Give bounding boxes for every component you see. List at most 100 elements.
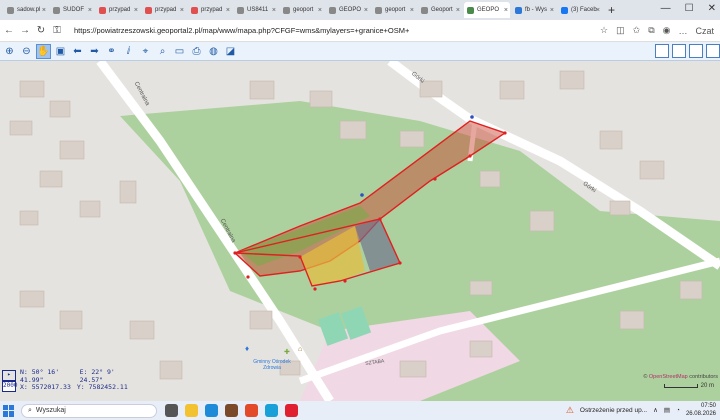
tab-label: SUDOF: [63, 7, 84, 13]
tab-close-icon[interactable]: ×: [134, 7, 138, 14]
clock-date: 26.08.2026: [685, 411, 716, 417]
browser-tab[interactable]: GEOPO ×: [464, 2, 510, 18]
notification-text[interactable]: Ostrzeżenie przed up...: [580, 407, 647, 414]
forward-icon[interactable]: →: [18, 25, 32, 36]
browser-tab[interactable]: (3) Faceb ×: [558, 2, 602, 18]
star-icon[interactable]: ☆: [600, 25, 608, 36]
favorites-icon[interactable]: ✩: [633, 25, 641, 36]
scale-bar-label: 20 m: [700, 383, 714, 389]
tab-close-icon[interactable]: ×: [550, 7, 554, 14]
scale-value[interactable]: 2000: [2, 381, 17, 392]
tab-close-icon[interactable]: ×: [456, 7, 460, 14]
url-field[interactable]: https://powiatrzeszowski.geoportal2.pl/m…: [74, 26, 600, 35]
svg-text:⌂: ⌂: [298, 346, 302, 353]
tab-label: US8411: [247, 7, 269, 13]
app-icon[interactable]: [225, 404, 238, 417]
browser-tab[interactable]: geoport ×: [372, 2, 416, 18]
zoom-out-icon[interactable]: ⊖: [19, 44, 34, 59]
browser-tab[interactable]: SUDOF ×: [50, 2, 94, 18]
panel-toggle-icon[interactable]: [655, 44, 669, 58]
tab-label: geoport: [385, 7, 406, 13]
reload-icon[interactable]: ↻: [34, 25, 48, 36]
tab-close-icon[interactable]: ×: [318, 7, 322, 14]
map-canvas[interactable]: ✚ ⌂ ♦ Centralna Centralna Górki Górki SZ…: [0, 61, 720, 401]
forward-arrow-icon[interactable]: ➡: [87, 44, 102, 59]
tab-close-icon[interactable]: ×: [410, 7, 414, 14]
tab-close-icon[interactable]: ×: [180, 7, 184, 14]
zoom-extent-icon[interactable]: ▣: [53, 44, 68, 59]
warning-icon[interactable]: ⚠: [566, 405, 574, 416]
volume-icon[interactable]: ◔: [676, 407, 680, 414]
browser-tab[interactable]: przypad ×: [96, 2, 140, 18]
info-icon[interactable]: ⅈ: [121, 44, 136, 59]
search-icon[interactable]: ⌕: [155, 44, 170, 59]
task-view-icon[interactable]: [165, 404, 178, 417]
minimize-icon[interactable]: —: [661, 3, 671, 14]
tab-favicon-icon: [53, 6, 60, 14]
tab-label: przypad: [155, 7, 177, 13]
layers-panel-icon[interactable]: [689, 44, 703, 58]
poi-label: Gminny Ośrodek Zdrowia: [253, 359, 291, 371]
browser-tab[interactable]: US8411 ×: [234, 2, 278, 18]
network-icon[interactable]: ▤: [664, 406, 670, 414]
windows-start-icon[interactable]: [3, 404, 15, 417]
browser-tab[interactable]: przypad ×: [142, 2, 186, 18]
back-arrow-icon[interactable]: ⬅: [70, 44, 85, 59]
browser-tab[interactable]: GEOPO ×: [326, 2, 370, 18]
tab-label: GEOPO: [477, 7, 500, 13]
browser-tab[interactable]: przypad ×: [188, 2, 232, 18]
tab-favicon-icon: [561, 6, 568, 14]
tab-close-icon[interactable]: ×: [42, 7, 46, 14]
settings-panel-icon[interactable]: [706, 44, 720, 58]
print-icon[interactable]: ⎙: [189, 44, 204, 59]
profile-icon[interactable]: ◉: [663, 25, 671, 36]
back-icon[interactable]: ←: [2, 25, 16, 36]
close-window-icon[interactable]: ✕: [708, 3, 716, 14]
split-icon[interactable]: ◫: [616, 25, 625, 36]
longitude-text: E: 22° 9' 24.57": [79, 367, 115, 384]
tab-close-icon[interactable]: ×: [364, 7, 368, 14]
taskbar: ⌕ Wyszukaj ⚠ Ostrzeżenie przed up... ∧ ▤…: [0, 401, 720, 420]
latitude-text: N: 50° 16' 41.99": [20, 367, 60, 384]
tab-close-icon[interactable]: ×: [596, 7, 600, 14]
browser-tab[interactable]: geoport ×: [280, 2, 324, 18]
address-bar: ← → ↻ ⚿ https://powiatrzeszowski.geoport…: [0, 20, 720, 42]
edge-browser-icon[interactable]: [265, 404, 278, 417]
file-explorer-icon[interactable]: [185, 404, 198, 417]
collections-icon[interactable]: ⧉: [648, 25, 654, 36]
osm-link[interactable]: OpenStreetMap: [649, 374, 688, 380]
tab-favicon-icon: [237, 6, 244, 14]
clock[interactable]: 07:50 26.08.2026: [686, 402, 716, 418]
tray-chevron-icon[interactable]: ∧: [653, 406, 658, 414]
tab-label: fb - Wys: [525, 7, 547, 13]
tab-close-icon[interactable]: ×: [272, 7, 276, 14]
copilot-button[interactable]: Czat: [695, 26, 714, 36]
link-icon[interactable]: ⚭: [104, 44, 119, 59]
pan-hand-icon[interactable]: ✋: [36, 43, 51, 59]
tab-favicon-icon: [515, 6, 522, 14]
browser-tab[interactable]: Geoport ×: [418, 2, 462, 18]
wps-icon[interactable]: [285, 404, 298, 417]
map-toolbar: ⊕ ⊖ ✋ ▣ ⬅ ➡ ⚭ ⅈ ⌖ ⌕ ▭ ⎙ ◍ ◪: [0, 42, 720, 61]
tab-close-icon[interactable]: ×: [226, 7, 230, 14]
maximize-icon[interactable]: ☐: [685, 3, 694, 14]
measure-icon[interactable]: ▭: [172, 44, 187, 59]
new-tab-icon[interactable]: +: [608, 3, 615, 17]
chrome-icon[interactable]: [245, 404, 258, 417]
zoom-in-icon[interactable]: ⊕: [2, 44, 17, 59]
browser-tab[interactable]: fb - Wys ×: [512, 2, 556, 18]
edge-icon[interactable]: [205, 404, 218, 417]
globe-icon[interactable]: ◍: [206, 44, 221, 59]
browser-tab[interactable]: sadow.pl ×: [4, 2, 48, 18]
select-icon[interactable]: ⌖: [138, 44, 153, 59]
more-icon[interactable]: …: [678, 26, 687, 36]
lock-icon: ⚿: [53, 25, 61, 36]
legend-toggle-icon[interactable]: [672, 44, 686, 58]
tab-label: GEOPO: [339, 7, 362, 13]
tab-close-icon[interactable]: ×: [504, 7, 508, 14]
system-tray: ⚠ Ostrzeżenie przed up... ∧ ▤ ◔ 07:50 26…: [566, 402, 716, 418]
window-controls: — ☐ ✕: [661, 3, 716, 14]
tab-close-icon[interactable]: ×: [88, 7, 92, 14]
layers-icon[interactable]: ◪: [223, 44, 238, 59]
taskbar-search[interactable]: ⌕ Wyszukaj: [21, 403, 157, 418]
